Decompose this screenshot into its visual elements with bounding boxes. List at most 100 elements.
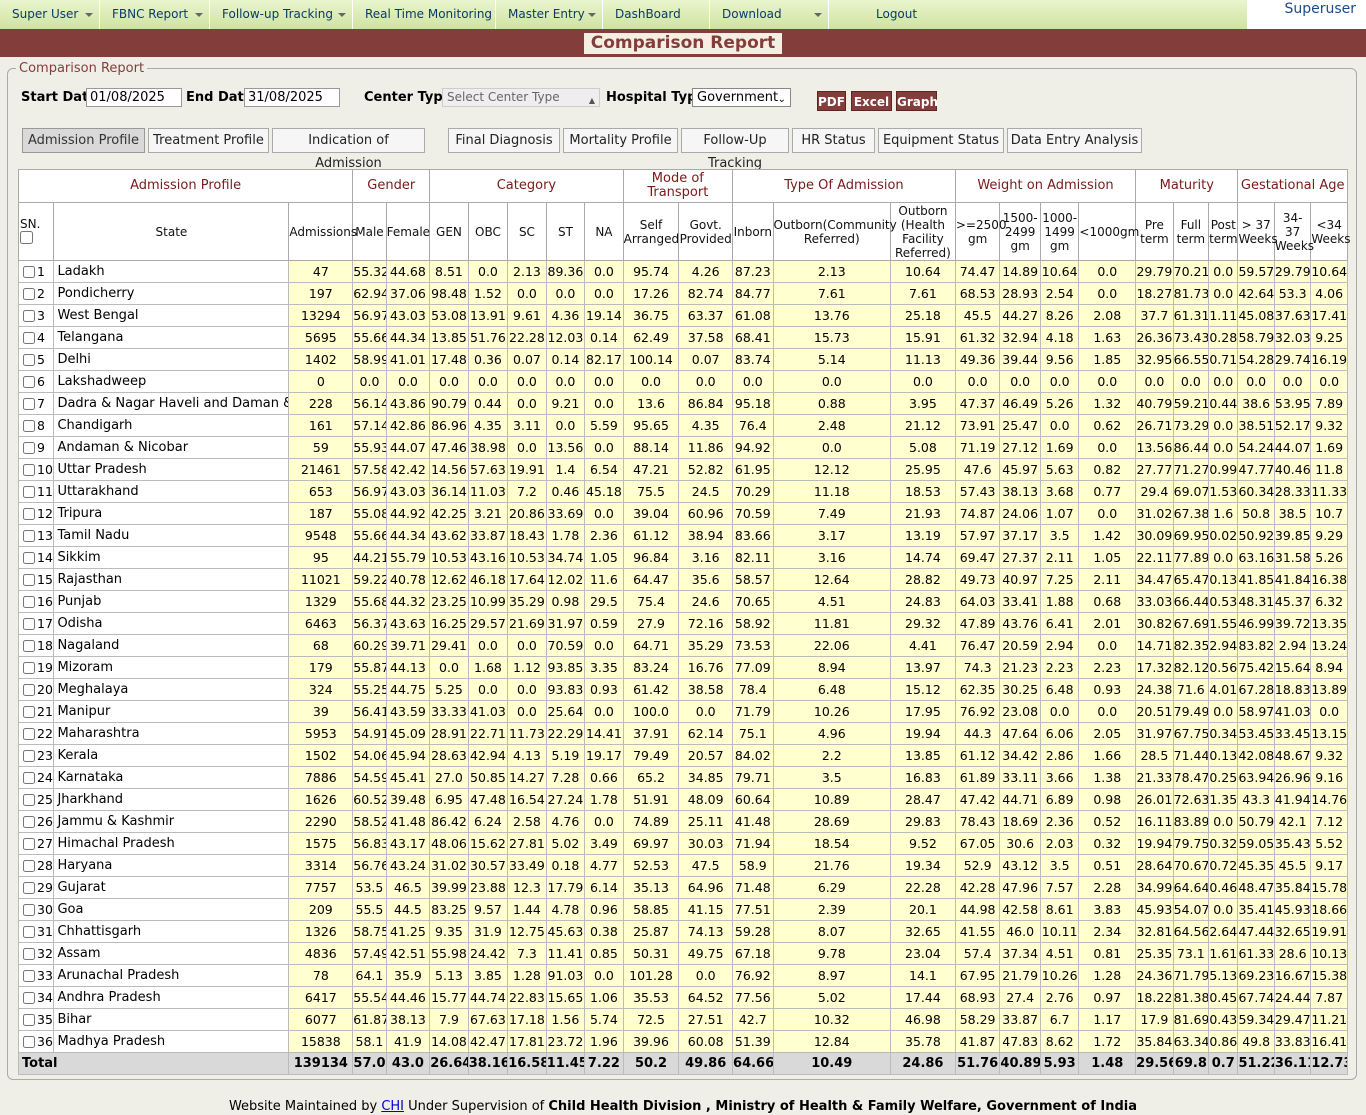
cell-value: 17.26 (622, 282, 680, 305)
row-checkbox[interactable] (23, 728, 35, 740)
state-name: Rajasthan (53, 568, 290, 591)
row-checkbox[interactable] (23, 310, 35, 322)
cell-value: 79.49 (622, 744, 680, 767)
center-type-select[interactable]: Select Center Type ▲ (442, 88, 600, 107)
row-checkbox[interactable] (23, 288, 35, 300)
row-checkbox[interactable] (23, 838, 35, 850)
table-row: 17 Odisha 6463 56.37 43.63 16.25 29.57 21.69 31.… (17, 612, 1348, 635)
table-body: 1 Ladakh 47 55.32 44.68 8.51 0.0 2.13 89.36 0.0 95… (17, 260, 1348, 1075)
row-number: 6 (37, 374, 45, 389)
tab-data-entry-analysis[interactable]: Data Entry Analysis (1007, 128, 1142, 153)
row-checkbox[interactable] (23, 530, 35, 542)
cell-value: 0.13 (1208, 568, 1239, 591)
tab-equipment-status[interactable]: Equipment Status (878, 128, 1004, 153)
cell-value: 38.98 (467, 436, 509, 459)
menu-item-dashboard[interactable]: DashBoard (603, 0, 710, 29)
chi-link[interactable]: CHI (381, 1099, 404, 1114)
row-checkbox[interactable] (23, 772, 35, 784)
row-checkbox[interactable] (23, 354, 35, 366)
cell-value: 6.06 (1039, 722, 1080, 745)
row-checkbox[interactable] (23, 1014, 35, 1026)
row-checkbox[interactable] (23, 640, 35, 652)
cell-value: 43.24 (385, 854, 431, 877)
graph-button[interactable]: Graph (896, 91, 938, 111)
excel-button[interactable]: Excel (851, 91, 892, 111)
total-value: 64.66 (732, 1052, 774, 1075)
row-checkbox[interactable] (23, 552, 35, 564)
cell-value: 0 (288, 370, 354, 393)
tab-follow-up-tracking[interactable]: Follow-Up Tracking (681, 128, 789, 171)
cell-value: 1.72 (1078, 1030, 1137, 1053)
row-checkbox[interactable] (23, 926, 35, 938)
hospital-type-select[interactable]: Government ⌄ (692, 88, 791, 107)
cell-value: 30.57 (467, 854, 509, 877)
start-date-input[interactable]: 01/08/2025 (86, 88, 182, 107)
cell-value: 43.12 (999, 854, 1041, 877)
cell-value: 2.11 (1078, 568, 1137, 591)
row-checkbox[interactable] (23, 574, 35, 586)
cell-value: 0.0 (507, 700, 547, 723)
tab-final-diagnosis[interactable]: Final Diagnosis (448, 128, 560, 153)
menu-item-logout[interactable]: Logout (829, 0, 1248, 29)
menu-item-download[interactable]: Download (710, 0, 829, 29)
table-row: 2 Pondicherry 197 62.94 37.06 98.48 1.52 0.0 0.0… (17, 282, 1348, 305)
row-checkbox[interactable] (23, 992, 35, 1004)
row-checkbox[interactable] (23, 508, 35, 520)
row-checkbox[interactable] (23, 970, 35, 982)
row-checkbox[interactable] (23, 882, 35, 894)
cell-value: 197 (288, 282, 354, 305)
cell-value: 78.4 (732, 678, 774, 701)
col-sc: SC (507, 202, 547, 261)
cell-value: 9.57 (467, 898, 509, 921)
row-checkbox[interactable] (23, 860, 35, 872)
cell-value: 2.13 (772, 260, 892, 283)
cell-value: 13.76 (772, 304, 892, 327)
row-checkbox[interactable] (23, 662, 35, 674)
menu-item-super-user[interactable]: Super User (0, 0, 100, 29)
cell-value: 0.0 (678, 964, 734, 987)
total-row: Total 139134 57.0 43.0 26.64 38.16 16.58 11.45 7… (17, 1052, 1348, 1075)
row-checkbox[interactable] (23, 618, 35, 630)
row-checkbox[interactable] (23, 684, 35, 696)
cell-value: 55.93 (352, 436, 387, 459)
row-checkbox[interactable] (23, 442, 35, 454)
cell-value: 0.0 (545, 414, 586, 437)
row-checkbox[interactable] (23, 948, 35, 960)
cell-value: 22.11 (1135, 546, 1174, 569)
row-checkbox[interactable] (23, 398, 35, 410)
cell-value: 32.65 (890, 920, 956, 943)
row-checkbox[interactable] (23, 486, 35, 498)
row-checkbox[interactable] (23, 596, 35, 608)
row-checkbox[interactable] (23, 750, 35, 762)
row-number: 35 (37, 1012, 53, 1027)
cell-value: 67.75 (1172, 722, 1210, 745)
tab-indication-of-admission[interactable]: Indication of Admission (272, 128, 425, 171)
tab-mortality-profile[interactable]: Mortality Profile (563, 128, 678, 153)
row-checkbox[interactable] (23, 1036, 35, 1048)
menu-item-follow-up-tracking[interactable]: Follow-up Tracking (210, 0, 353, 29)
row-checkbox[interactable] (23, 464, 35, 476)
row-checkbox[interactable] (23, 794, 35, 806)
cell-value: 41.94 (1273, 788, 1312, 811)
user-name[interactable]: Superuser (1284, 1, 1356, 17)
tab-hr-status[interactable]: HR Status (792, 128, 875, 153)
row-checkbox[interactable] (23, 420, 35, 432)
row-checkbox[interactable] (23, 816, 35, 828)
menu-item-master-entry[interactable]: Master Entry (496, 0, 603, 29)
row-checkbox[interactable] (23, 376, 35, 388)
row-checkbox[interactable] (23, 332, 35, 344)
menu-item-fbnc-report[interactable]: FBNC Report (100, 0, 210, 29)
end-date-input[interactable]: 31/08/2025 (244, 88, 340, 107)
row-checkbox[interactable] (23, 266, 35, 278)
pdf-button[interactable]: PDF (817, 91, 846, 111)
tab-treatment-profile[interactable]: Treatment Profile (148, 128, 269, 153)
cell-value: 44.75 (385, 678, 431, 701)
row-checkbox[interactable] (23, 706, 35, 718)
select-all-checkbox[interactable] (20, 230, 33, 244)
cell-value: 30.03 (678, 832, 734, 855)
menu-item-real-time-monitoring[interactable]: Real Time Monitoring (353, 0, 496, 29)
row-checkbox[interactable] (23, 904, 35, 916)
cell-value: 1.44 (507, 898, 547, 921)
tab-admission-profile[interactable]: Admission Profile (22, 128, 145, 153)
cell-value: 2.2 (772, 744, 892, 767)
